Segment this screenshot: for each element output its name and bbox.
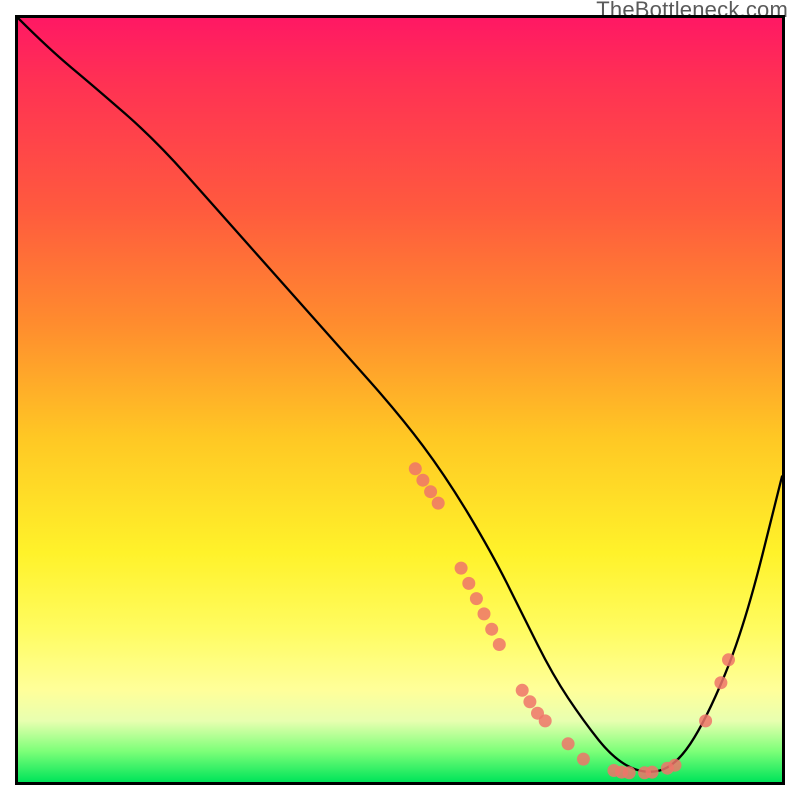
- marker-point: [577, 753, 590, 766]
- marker-point: [623, 766, 636, 779]
- marker-point: [516, 684, 529, 697]
- marker-point: [462, 577, 475, 590]
- bottleneck-curve-line: [18, 18, 782, 772]
- chart-root: TheBottleneck.com: [0, 0, 800, 800]
- marker-point: [714, 676, 727, 689]
- marker-point: [485, 623, 498, 636]
- marker-point: [523, 695, 536, 708]
- marker-point: [562, 737, 575, 750]
- marker-point: [699, 714, 712, 727]
- marker-point: [493, 638, 506, 651]
- marker-point: [539, 714, 552, 727]
- marker-point: [646, 766, 659, 779]
- marker-point: [669, 759, 682, 772]
- marker-point: [409, 462, 422, 475]
- chart-svg: [18, 18, 782, 782]
- marker-point: [722, 653, 735, 666]
- plot-area: [15, 15, 785, 785]
- marker-point: [424, 485, 437, 498]
- marker-point: [470, 592, 483, 605]
- marker-point: [478, 607, 491, 620]
- marker-point: [432, 497, 445, 510]
- markers-group: [409, 462, 735, 779]
- marker-point: [455, 562, 468, 575]
- marker-point: [416, 474, 429, 487]
